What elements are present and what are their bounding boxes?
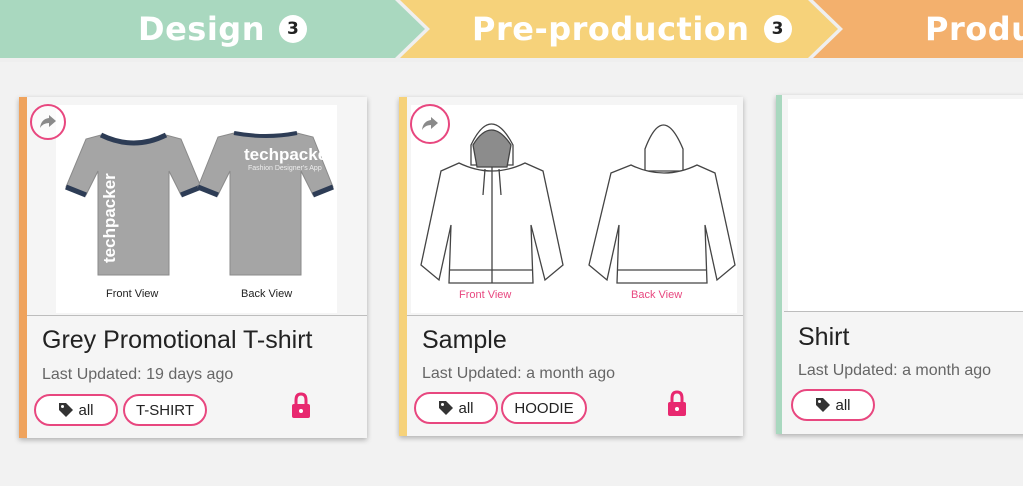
product-image[interactable]: techpacker techpacker Fashion Designer's… [56, 105, 337, 313]
production-board: Design 3 Pre-production 3 Produ [0, 0, 1023, 486]
tag-hoodie[interactable]: HOODIE [501, 392, 587, 424]
stage-design-label: Design [138, 10, 265, 48]
stage-production[interactable]: Produ [925, 0, 1023, 58]
card-accent [19, 97, 27, 438]
tag-tshirt[interactable]: T-SHIRT [123, 394, 207, 426]
card-divider [27, 315, 367, 316]
stage-preproduction-count: 3 [763, 15, 792, 43]
tag-label: T-SHIRT [135, 401, 195, 419]
card-accent [776, 95, 782, 434]
hoodie-back [588, 124, 736, 284]
tag-icon [59, 403, 74, 417]
tag-label: HOODIE [514, 399, 574, 417]
tshirt-back-print: techpacker [244, 145, 334, 164]
tshirt-front-print: techpacker [100, 173, 119, 263]
tag-all[interactable]: all [34, 394, 118, 426]
stage-preproduction[interactable]: Pre-production 3 [472, 0, 792, 58]
card-title[interactable]: Grey Promotional T-shirt [42, 326, 312, 355]
share-arrow-icon [40, 115, 56, 128]
card-last-updated: Last Updated: a month ago [798, 362, 992, 379]
lock-icon[interactable] [290, 392, 312, 420]
grey-tshirt-image [65, 131, 334, 276]
hoodie-front [420, 123, 564, 284]
tag-label: all [835, 396, 851, 414]
tshirt-front [65, 132, 202, 276]
tag-label: all [78, 401, 94, 419]
card-title[interactable]: Shirt [798, 323, 849, 352]
card-accent [399, 97, 407, 436]
stage-design[interactable]: Design 3 [138, 0, 307, 58]
stage-production-label: Produ [925, 10, 1023, 48]
card-divider [784, 311, 1023, 312]
product-image[interactable] [788, 99, 1023, 311]
tshirt-back-tagline: Fashion Designer's App [248, 165, 322, 172]
tag-icon [816, 398, 831, 412]
card-last-updated: Last Updated: 19 days ago [42, 366, 234, 383]
stage-design-count: 3 [278, 15, 307, 43]
card-title[interactable]: Sample [422, 326, 507, 355]
front-view-caption: Front View [106, 288, 159, 300]
card-divider [407, 315, 743, 316]
lock-icon[interactable] [666, 390, 688, 418]
tag-label: all [458, 399, 474, 417]
tag-all[interactable]: all [791, 389, 875, 421]
product-card[interactable]: Shirt Last Updated: a month ago all [776, 95, 1023, 434]
hoodie-sketch-image [420, 123, 736, 284]
share-button[interactable] [410, 104, 450, 144]
tag-all[interactable]: all [414, 392, 498, 424]
tag-icon [439, 401, 454, 415]
back-view-caption: Back View [241, 288, 293, 300]
product-image[interactable]: Front View Back View [411, 105, 737, 313]
front-view-caption: Front View [459, 289, 512, 301]
stage-preproduction-label: Pre-production [472, 10, 750, 48]
stage-bar: Design 3 Pre-production 3 Produ [0, 0, 1023, 58]
product-card[interactable]: Front View Back View Sample Last Updated… [399, 97, 743, 436]
card-last-updated: Last Updated: a month ago [422, 365, 616, 382]
product-card[interactable]: techpacker techpacker Fashion Designer's… [19, 97, 367, 438]
share-button[interactable] [30, 104, 66, 140]
share-arrow-icon [422, 117, 438, 130]
back-view-caption: Back View [631, 289, 683, 301]
